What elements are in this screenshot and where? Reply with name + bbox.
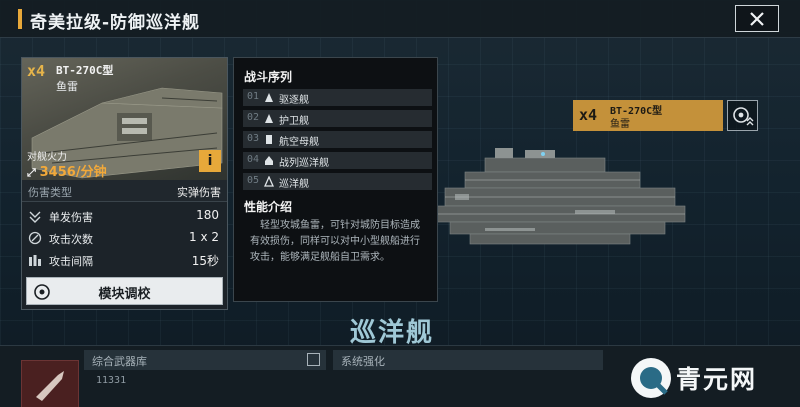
damage-type-row: 伤害类型 实弹伤害 bbox=[22, 180, 227, 202]
game-screen: 奇美拉级-防御巡洋舰 x4 BT-270C型 鱼雷 对舰火力 ⤢ 3456/分钟… bbox=[0, 0, 800, 407]
sequence-number: 05 bbox=[247, 175, 260, 186]
watermark-logo: 青元网 bbox=[622, 350, 800, 407]
tag-type: 鱼雷 bbox=[610, 119, 630, 130]
sequence-number: 03 bbox=[247, 133, 260, 144]
sequence-item[interactable]: 01 驱逐舰 bbox=[243, 89, 432, 106]
tag-target-button[interactable] bbox=[727, 100, 758, 131]
weapons-depot-header[interactable]: 综合武器库 bbox=[84, 350, 326, 370]
stat-label: 单发伤害 bbox=[49, 211, 93, 224]
stat-row-attack-interval: 攻击间隔 15秒 bbox=[22, 249, 227, 271]
damage-type-value: 实弹伤害 bbox=[177, 186, 221, 199]
watermark-text: 青元网 bbox=[676, 365, 758, 394]
weapon-type: 鱼雷 bbox=[56, 80, 78, 93]
stat-value: 180 bbox=[196, 208, 219, 222]
tag-count: x4 bbox=[579, 106, 598, 124]
logo-q-icon bbox=[631, 358, 671, 398]
ship-class-icon bbox=[265, 156, 273, 165]
sequence-item[interactable]: 02 护卫舰 bbox=[243, 110, 432, 127]
weapon-name: BT-270C型 bbox=[56, 64, 114, 77]
ship-weapon-tag[interactable]: x4 BT-270C型 鱼雷 bbox=[573, 100, 723, 131]
stat-label: 攻击次数 bbox=[49, 233, 93, 246]
stat-row-attack-count: 攻击次数 1 x 2 bbox=[22, 227, 227, 249]
firepower-value: ⤢ 3456/分钟 bbox=[27, 161, 107, 180]
weapon-image: x4 BT-270C型 鱼雷 对舰火力 ⤢ 3456/分钟 i bbox=[22, 58, 227, 180]
copy-icon bbox=[307, 353, 320, 366]
stat-row-single-damage: 单发伤害 180 bbox=[22, 205, 227, 227]
ship-class-icon bbox=[264, 176, 274, 187]
ship-class-icon bbox=[266, 135, 272, 144]
module-tune-button[interactable]: 模块调校 bbox=[26, 277, 223, 305]
sequence-label: 巡洋舰 bbox=[279, 179, 309, 190]
ship-illustration bbox=[434, 148, 686, 245]
ship-class-title: 巡洋舰 bbox=[350, 318, 435, 348]
weapons-depot-label: 综合武器库 bbox=[92, 355, 147, 368]
sequence-label: 驱逐舰 bbox=[279, 95, 309, 106]
weapons-depot-value: 11331 bbox=[96, 375, 127, 386]
detail-panel: 战斗序列 01 驱逐舰 02 护卫舰 03 航空母舰 04 战列巡洋舰 05 巡… bbox=[233, 57, 438, 302]
stat-label: 攻击间隔 bbox=[49, 255, 93, 268]
page-title: 奇美拉级-防御巡洋舰 bbox=[30, 13, 201, 33]
firepower-icon: ⤢ bbox=[27, 166, 40, 179]
battle-sequence-title: 战斗序列 bbox=[244, 70, 293, 84]
system-upgrade-header[interactable]: 系统强化 bbox=[333, 350, 603, 370]
sequence-item[interactable]: 04 战列巡洋舰 bbox=[243, 152, 432, 169]
close-icon bbox=[750, 11, 764, 26]
sequence-item[interactable]: 05 巡洋舰 bbox=[243, 173, 432, 190]
performance-description: 轻型攻城鱼雷，可针对城防目标造成有效损伤，同样可以对中小型舰船进行攻击，能够满足… bbox=[250, 220, 420, 263]
system-upgrade-label: 系统强化 bbox=[341, 355, 385, 368]
sequence-label: 护卫舰 bbox=[279, 116, 309, 127]
sequence-label: 航空母舰 bbox=[279, 137, 319, 148]
attack-count-icon bbox=[28, 231, 42, 245]
sequence-label: 战列巡洋舰 bbox=[279, 158, 329, 169]
weapon-count: x4 bbox=[27, 62, 46, 80]
sequence-number: 04 bbox=[247, 154, 260, 165]
weapon-slot[interactable] bbox=[21, 360, 79, 407]
top-bar: 奇美拉级-防御巡洋舰 bbox=[0, 0, 800, 38]
module-tune-label: 模块调校 bbox=[98, 287, 151, 302]
missile-icon bbox=[36, 371, 64, 401]
title-accent bbox=[18, 9, 22, 29]
info-button[interactable]: i bbox=[199, 150, 221, 172]
sequence-number: 01 bbox=[247, 91, 260, 102]
firepower-number: 3456/分钟 bbox=[39, 165, 107, 180]
close-button[interactable] bbox=[735, 5, 779, 32]
sequence-item[interactable]: 03 航空母舰 bbox=[243, 131, 432, 148]
damage-type-label: 伤害类型 bbox=[28, 186, 72, 199]
sequence-number: 02 bbox=[247, 112, 260, 123]
stat-value: 1 x 2 bbox=[189, 230, 219, 244]
ship-class-icon bbox=[265, 93, 273, 102]
single-damage-icon bbox=[29, 211, 41, 223]
ship-class-icon bbox=[265, 114, 273, 123]
stat-value: 15秒 bbox=[191, 254, 219, 268]
target-upgrade-icon bbox=[733, 107, 754, 126]
attack-interval-icon bbox=[29, 255, 41, 266]
weapon-card: x4 BT-270C型 鱼雷 对舰火力 ⤢ 3456/分钟 i 伤害类型 实弹伤… bbox=[21, 57, 228, 310]
performance-title: 性能介绍 bbox=[244, 200, 293, 214]
